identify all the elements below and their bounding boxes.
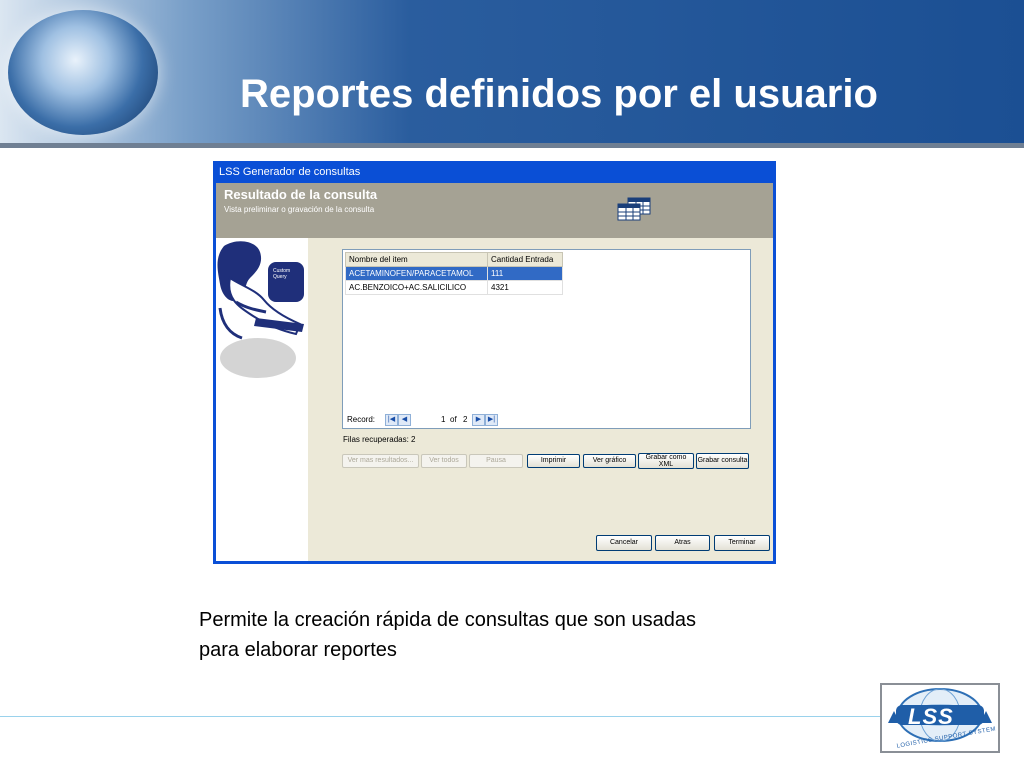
finish-button[interactable]: Terminar: [714, 535, 770, 551]
back-button[interactable]: Atras: [655, 535, 710, 551]
globe-icon: [8, 10, 158, 135]
cancel-button[interactable]: Cancelar: [596, 535, 652, 551]
cell-quantity[interactable]: 111: [487, 266, 563, 281]
table-row[interactable]: ACETAMINOFEN/PARACETAMOL 111: [345, 266, 563, 281]
window-body: Resultado de la consulta Vista prelimina…: [216, 183, 773, 561]
last-record-icon[interactable]: ▶|: [485, 414, 498, 426]
view-all-button[interactable]: Ver todos: [421, 454, 467, 468]
previous-record-icon[interactable]: ◀: [398, 414, 411, 426]
slide-title: Reportes definidos por el usuario: [240, 72, 878, 116]
lss-logo: LSS LOGISTICS SUPPORT SYSTEM: [880, 683, 1000, 753]
print-button[interactable]: Imprimir: [527, 454, 580, 468]
caption-line-1: Permite la creación rápida de consultas …: [199, 609, 696, 631]
wizard-header: Resultado de la consulta Vista prelimina…: [216, 183, 773, 238]
table-header-row: Nombre del item Cantidad Entrada: [345, 252, 563, 267]
more-results-button[interactable]: Ver mas resultados...: [342, 454, 419, 468]
window-title: LSS Generador de consultas: [219, 166, 361, 178]
table-row[interactable]: AC.BENZOICO+AC.SALICILICO 4321: [345, 280, 563, 295]
person-at-computer-illustration: [217, 241, 304, 378]
query-generator-window: LSS Generador de consultas Resultado de …: [213, 161, 776, 564]
view-chart-button[interactable]: Ver gráfico: [583, 454, 636, 468]
caption-line-2: para elaborar reportes: [199, 639, 397, 661]
pause-button[interactable]: Pausa: [469, 454, 523, 468]
header-subtitle: Vista preliminar o gravación de la consu…: [224, 205, 375, 214]
banner-divider: [0, 143, 1024, 148]
record-label: Record:: [347, 415, 376, 424]
record-of-label: of: [450, 415, 457, 424]
results-grid[interactable]: Nombre del item Cantidad Entrada ACETAMI…: [342, 249, 751, 429]
rows-fetched-label: Filas recuperadas: 2: [343, 435, 416, 444]
cell-item-name[interactable]: ACETAMINOFEN/PARACETAMOL: [345, 266, 488, 281]
record-navigator: Record: |◀ ◀ 1 of 2 ▶ ▶|: [345, 413, 746, 427]
illustration-screen-text: Custom Query: [273, 268, 291, 280]
total-records: 2: [463, 415, 468, 424]
column-header-quantity-in[interactable]: Cantidad Entrada: [487, 252, 563, 267]
column-header-item-name[interactable]: Nombre del item: [345, 252, 488, 267]
wizard-illustration: Custom Query: [216, 238, 308, 561]
save-as-xml-button[interactable]: Grabar como XML: [638, 453, 694, 469]
results-table: Nombre del item Cantidad Entrada ACETAMI…: [345, 252, 563, 295]
cell-item-name[interactable]: AC.BENZOICO+AC.SALICILICO: [345, 280, 488, 295]
title-banner: Reportes definidos por el usuario: [0, 0, 1024, 143]
save-query-button[interactable]: Grabar consulta: [696, 453, 749, 469]
logo-text: LSS: [908, 704, 954, 729]
next-record-icon[interactable]: ▶: [472, 414, 485, 426]
first-record-icon[interactable]: |◀: [385, 414, 398, 426]
slide-caption: Permite la creación rápida de consultas …: [199, 605, 859, 665]
header-title: Resultado de la consulta: [224, 187, 378, 202]
table-report-icon: [617, 197, 651, 221]
cell-quantity[interactable]: 4321: [487, 280, 563, 295]
current-record[interactable]: 1: [441, 415, 445, 424]
footer-divider: [0, 716, 880, 717]
